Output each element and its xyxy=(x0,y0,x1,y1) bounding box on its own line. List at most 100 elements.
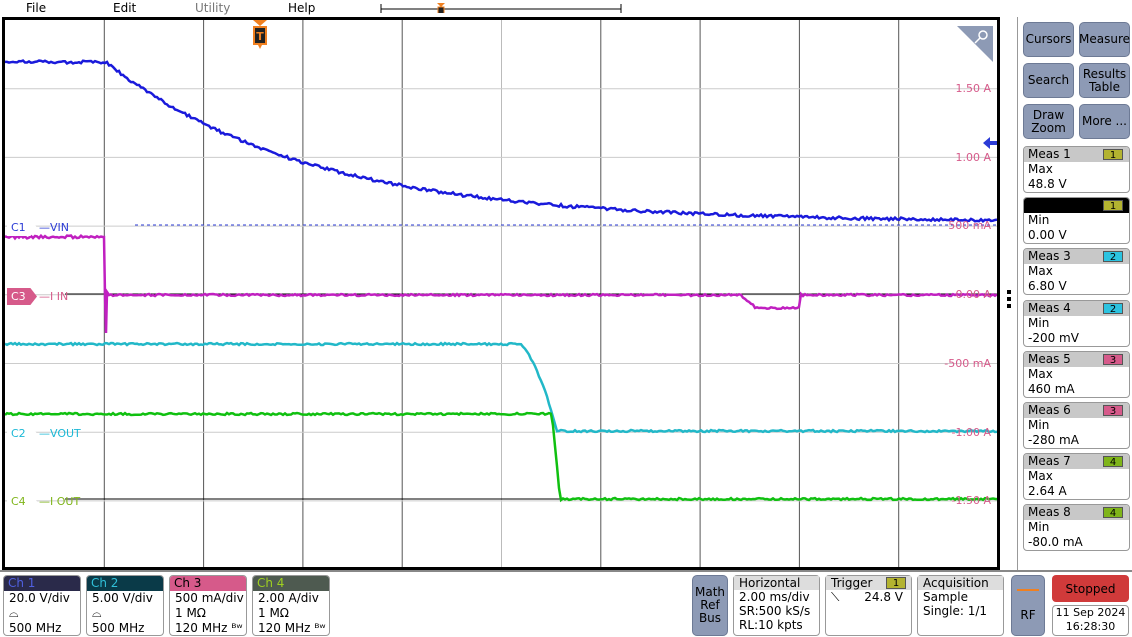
more-button[interactable]: More ... xyxy=(1079,104,1130,139)
measurement-title: Meas 3 xyxy=(1028,249,1071,263)
measurement-7[interactable]: Meas 7 4 Max 2.64 A xyxy=(1023,453,1130,500)
channel-name: Ch 2 xyxy=(87,576,163,591)
record-timeline[interactable] xyxy=(380,3,622,13)
trigger-source: 1 xyxy=(886,577,906,589)
channel-label-c1[interactable]: C1 —VIN xyxy=(7,219,69,236)
measurement-value: 0.00 V xyxy=(1024,228,1129,243)
channel-name: —I OUT xyxy=(39,495,80,508)
trigger-position-marker[interactable]: T xyxy=(253,20,267,50)
date: 11 Sep 2024 xyxy=(1053,606,1128,620)
waveform-display[interactable]: T 1.50 A 1.00 A 500 mA 0.00 A -500 mA -1.00 A… xyxy=(2,17,1000,570)
measurement-type: Min xyxy=(1024,418,1129,433)
measurement-4[interactable]: Meas 4 2 Min -200 mV xyxy=(1023,300,1130,347)
measurement-header: Meas 8 4 xyxy=(1024,505,1129,520)
measurement-source: 1 xyxy=(1103,200,1123,211)
record-length: RL:10 kpts xyxy=(734,618,819,632)
measurement-source: 4 xyxy=(1103,507,1123,518)
measurement-title: Meas 8 xyxy=(1028,505,1071,519)
draw-zoom-button[interactable]: Draw Zoom xyxy=(1023,104,1074,139)
measurement-3[interactable]: Meas 3 2 Max 6.80 V xyxy=(1023,248,1130,295)
measurement-5[interactable]: Meas 5 3 Max 460 mA xyxy=(1023,351,1130,398)
measurement-value: -200 mV xyxy=(1024,331,1129,346)
channel-scale: 500 mA/div xyxy=(170,591,246,606)
y-axis-label: 1.00 A xyxy=(955,151,991,164)
measurement-header: Meas 3 2 xyxy=(1024,249,1129,264)
time: 16:28:30 xyxy=(1053,620,1128,634)
channel-3-badge[interactable]: Ch 3 500 mA/div 1 MΩ 120 MHz ᴮʷ xyxy=(169,575,247,636)
date-time: 11 Sep 2024 16:28:30 xyxy=(1052,605,1129,636)
right-panel: Cursors Measure Search Results Table Dra… xyxy=(1017,17,1132,570)
horizontal-scale: 2.00 ms/div xyxy=(734,590,819,604)
measurement-value: 6.80 V xyxy=(1024,279,1129,294)
ch1-offset-arrow-icon[interactable] xyxy=(983,137,997,149)
measurement-title: Meas 4 xyxy=(1028,301,1071,315)
channel-scale: 2.00 A/div xyxy=(253,591,329,606)
measurement-6[interactable]: Meas 6 3 Min -280 mA xyxy=(1023,402,1130,449)
acquisition-single: Single: 1/1 xyxy=(918,604,1003,618)
run-stop-button[interactable]: Stopped xyxy=(1052,575,1129,602)
channel-label-c4[interactable]: C4 —I OUT xyxy=(7,493,80,510)
measurement-source: 3 xyxy=(1103,354,1123,365)
channel-scale: 5.00 V/div xyxy=(87,591,163,606)
rf-button[interactable]: RF xyxy=(1011,575,1045,636)
menu-help[interactable]: Help xyxy=(288,1,315,15)
channel-termination: 1 MΩ xyxy=(253,606,329,621)
trigger-badge[interactable]: Trigger 1 ⟍ 24.8 V xyxy=(825,575,912,636)
measurement-title: Meas 5 xyxy=(1028,352,1071,366)
acquisition-title: Acquisition xyxy=(918,576,1003,590)
measurement-2[interactable]: 1 Min 0.00 V xyxy=(1023,197,1130,244)
search-button[interactable]: Search xyxy=(1023,63,1074,98)
measurement-type: Min xyxy=(1024,213,1129,228)
measurement-header: Meas 6 3 xyxy=(1024,403,1129,418)
cursors-button[interactable]: Cursors xyxy=(1023,22,1074,57)
falling-edge-icon: ⟍ xyxy=(831,590,839,604)
measurement-header: Meas 4 2 xyxy=(1024,301,1129,316)
measurement-1[interactable]: Meas 1 1 Max 48.8 V xyxy=(1023,146,1130,193)
channel-tag: C1 xyxy=(7,219,37,236)
results-table-button[interactable]: Results Table xyxy=(1079,63,1130,98)
measurement-8[interactable]: Meas 8 4 Min -80.0 mA xyxy=(1023,504,1130,551)
measurement-header: Meas 5 3 xyxy=(1024,352,1129,367)
measurement-title: Meas 7 xyxy=(1028,454,1071,468)
channel-name: —I IN xyxy=(39,290,68,303)
channel-tag: C3 xyxy=(7,288,37,305)
channel-2-badge[interactable]: Ch 2 5.00 V/div ⌓ 500 MHz xyxy=(86,575,164,636)
math-ref-bus-button[interactable]: Math Ref Bus xyxy=(692,575,728,636)
horizontal-badge[interactable]: Horizontal 2.00 ms/div SR:500 kS/s RL:10… xyxy=(733,575,820,636)
svg-text:T: T xyxy=(256,30,264,43)
channel-tag: C2 xyxy=(7,425,37,442)
channel-4-badge[interactable]: Ch 4 2.00 A/div 1 MΩ 120 MHz ᴮʷ xyxy=(252,575,330,636)
horizontal-title: Horizontal xyxy=(734,576,819,590)
channel-name: Ch 4 xyxy=(253,576,329,591)
y-axis-label: 0.00 A xyxy=(955,288,991,301)
channel-bandwidth: 120 MHz ᴮʷ xyxy=(170,621,246,636)
channel-label-c2[interactable]: C2 —VOUT xyxy=(7,425,81,442)
graticule xyxy=(5,20,997,567)
channel-1-badge[interactable]: Ch 1 20.0 V/div ⌓ 500 MHz xyxy=(3,575,81,636)
channel-name: Ch 3 xyxy=(170,576,246,591)
measurement-source: 2 xyxy=(1103,251,1123,262)
channel-tag: C4 xyxy=(7,493,37,510)
menu-edit[interactable]: Edit xyxy=(113,1,136,15)
measurement-header: Meas 11 xyxy=(1024,147,1129,162)
y-axis-label: -1.00 A xyxy=(952,426,991,439)
sample-rate: SR:500 kS/s xyxy=(734,604,819,618)
menu-utility[interactable]: Utility xyxy=(195,1,230,15)
trigger-title: Trigger xyxy=(831,576,872,590)
measurement-header: 1 xyxy=(1024,198,1129,213)
acquisition-badge[interactable]: Acquisition Sample Single: 1/1 xyxy=(917,575,1004,636)
measurement-title: Meas 1 xyxy=(1028,147,1071,161)
channel-label-c3[interactable]: C3 —I IN xyxy=(7,288,68,305)
measurement-type: Max xyxy=(1024,469,1129,484)
channel-name: Ch 1 xyxy=(4,576,80,591)
probe-icon: ⌓ xyxy=(4,606,80,621)
y-axis-label: 500 mA xyxy=(948,219,991,232)
measurement-source: 3 xyxy=(1103,405,1123,416)
panel-more-handle[interactable] xyxy=(1007,290,1012,310)
channel-bandwidth: 500 MHz xyxy=(87,621,163,636)
measurement-source: 4 xyxy=(1103,456,1123,467)
measure-button[interactable]: Measure xyxy=(1079,22,1130,57)
measurement-value: -80.0 mA xyxy=(1024,535,1129,550)
menu-file[interactable]: File xyxy=(26,1,46,15)
menu-bar: File Edit Utility Help xyxy=(0,0,1132,17)
